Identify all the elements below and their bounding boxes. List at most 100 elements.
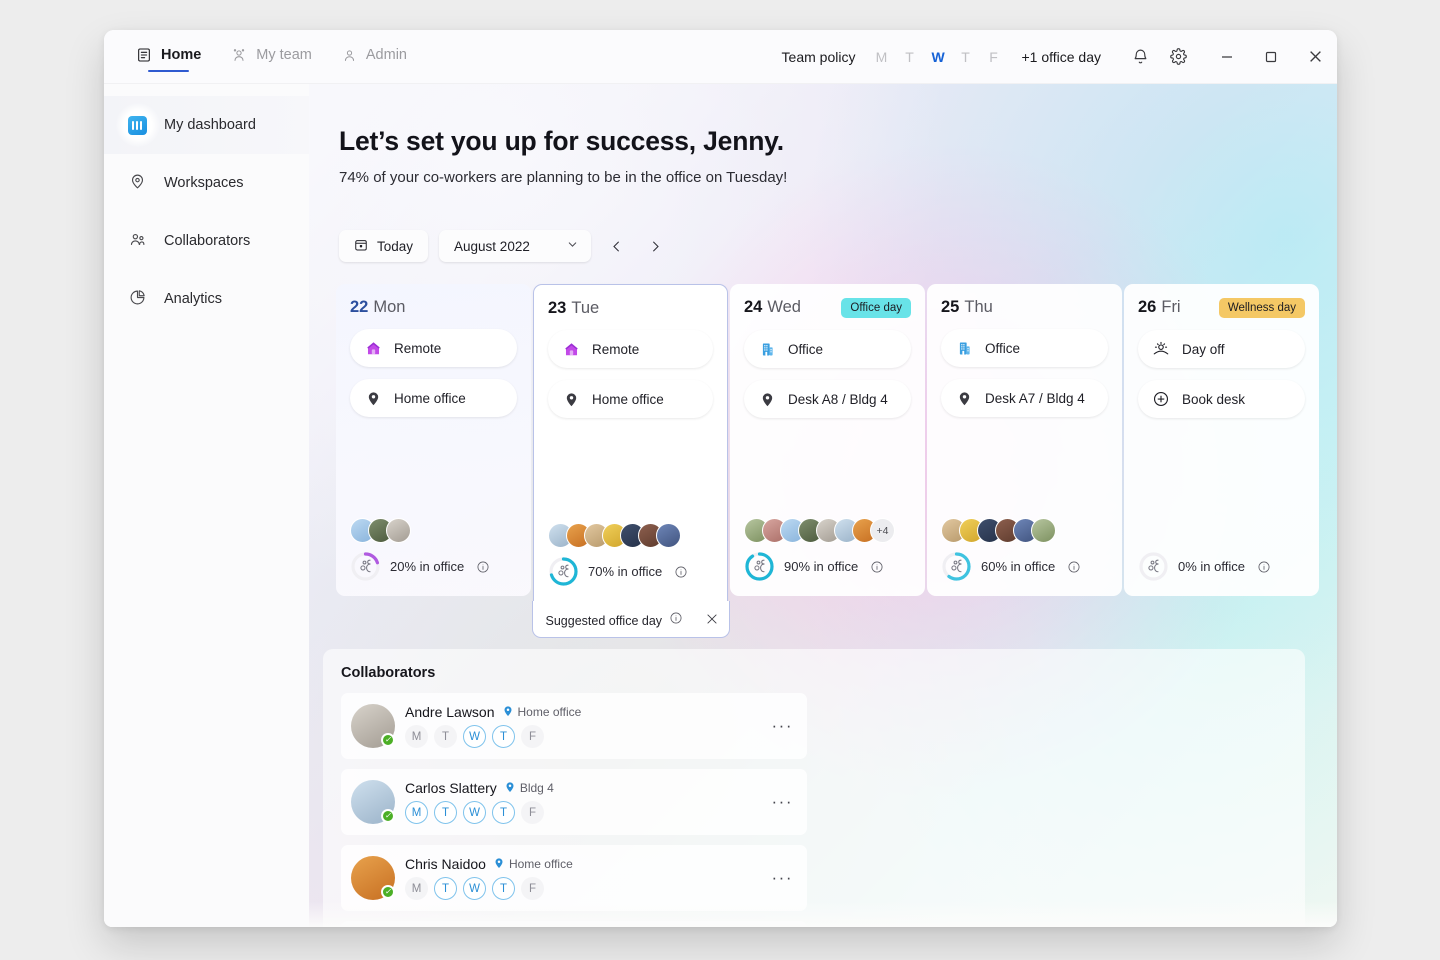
collaborator-day-4[interactable]: F: [521, 801, 544, 824]
day-slot-day-off[interactable]: Day off: [1138, 330, 1305, 368]
tab-label: Admin: [366, 47, 407, 63]
settings-gear-icon[interactable]: [1161, 40, 1195, 74]
collaborator-location: Bldg 4: [504, 781, 554, 796]
info-icon[interactable]: [1067, 560, 1081, 574]
home-remote-icon: [562, 341, 580, 358]
day-slot-home-office[interactable]: Home office: [548, 380, 713, 418]
day-card-header: 26Fri Wellness day: [1138, 298, 1305, 318]
office-percentage-label: 20% in office: [390, 559, 464, 574]
notifications-bell-icon[interactable]: [1123, 40, 1157, 74]
presence-badge-available: ✓: [381, 733, 395, 747]
info-icon[interactable]: [1257, 560, 1271, 574]
collaborator-info: Andre Lawson Home office MTWTF: [405, 704, 772, 748]
day-card-mon[interactable]: 22Mon Remote Home office 20% in office: [336, 284, 531, 596]
people-icon: [941, 551, 972, 582]
info-icon[interactable]: [669, 611, 683, 625]
collaborators-panel: Collaborators ✓ Andre Lawson Home office…: [323, 649, 1305, 927]
tab-label: Home: [161, 47, 201, 63]
collaborator-day-2[interactable]: W: [463, 877, 486, 900]
day-card-header: 24Wed Office day: [744, 298, 911, 318]
previous-week-button[interactable]: [602, 232, 630, 260]
day-slot-desk-a7-bldg-4[interactable]: Desk A7 / Bldg 4: [941, 379, 1108, 417]
sidebar-item-collaborators[interactable]: Collaborators: [104, 212, 309, 270]
day-name: Mon: [373, 298, 405, 316]
collaborator-days: MTWTF: [405, 801, 772, 824]
tab-my team[interactable]: My team: [229, 41, 314, 72]
day-slot-desk-a8-bldg-4[interactable]: Desk A8 / Bldg 4: [744, 380, 911, 418]
collaborator-day-0[interactable]: M: [405, 877, 428, 900]
collaborator-row-andre-lawson[interactable]: ✓ Andre Lawson Home office MTWTF ···: [341, 693, 807, 759]
sidebar-item-my-dashboard[interactable]: My dashboard: [104, 96, 309, 154]
avatar[interactable]: [1031, 518, 1056, 543]
day-slot-label: Office: [788, 342, 823, 357]
collaborator-row-chris-naidoo[interactable]: ✓ Chris Naidoo Home office MTWTF ···: [341, 845, 807, 911]
collaborator-day-1[interactable]: T: [434, 877, 457, 900]
info-icon[interactable]: [476, 560, 490, 574]
collaborator-day-4[interactable]: F: [521, 877, 544, 900]
day-slot-remote[interactable]: Remote: [548, 330, 713, 368]
day-slot-office[interactable]: Office: [744, 330, 911, 368]
collaborator-day-4[interactable]: F: [521, 725, 544, 748]
today-button[interactable]: Today: [339, 230, 428, 262]
day-office-stat: 90% in office: [744, 551, 911, 596]
avatar[interactable]: ✓: [351, 704, 395, 748]
day-date: 26Fri: [1138, 298, 1181, 317]
home-list-icon: [136, 47, 152, 63]
maximize-button[interactable]: [1249, 30, 1293, 83]
month-label: August 2022: [454, 239, 530, 254]
more-options-icon[interactable]: ···: [772, 792, 793, 812]
collaborator-day-0[interactable]: M: [405, 801, 428, 824]
more-options-icon[interactable]: ···: [772, 716, 793, 736]
close-icon[interactable]: [705, 612, 719, 626]
minimize-button[interactable]: [1205, 30, 1249, 83]
main-scroll-area[interactable]: Let’s set you up for success, Jenny. 74%…: [309, 84, 1337, 927]
day-slot-book-desk[interactable]: Book desk: [1138, 380, 1305, 418]
avatar[interactable]: [386, 518, 411, 543]
collaborator-day-1[interactable]: T: [434, 725, 457, 748]
day-slot-label: Desk A7 / Bldg 4: [985, 391, 1085, 406]
tab-admin[interactable]: Admin: [340, 41, 409, 72]
day-slot-remote[interactable]: Remote: [350, 329, 517, 367]
person-icon: [342, 48, 357, 63]
more-options-icon[interactable]: ···: [772, 868, 793, 888]
office-percentage-ring: [350, 551, 381, 582]
title-bar-right: Team policy M T W T F +1 office day: [782, 30, 1337, 83]
collaborator-day-3[interactable]: T: [492, 801, 515, 824]
tab-home[interactable]: Home: [134, 41, 203, 72]
collaborator-day-2[interactable]: W: [463, 725, 486, 748]
people-icon: [744, 551, 775, 582]
day-slot-home-office[interactable]: Home office: [350, 379, 517, 417]
month-selector[interactable]: August 2022: [439, 230, 591, 262]
info-icon[interactable]: [674, 565, 688, 579]
sidebar-item-analytics[interactable]: Analytics: [104, 270, 309, 328]
collaborator-row-charlotte-waltson[interactable]: ● Charlotte Waltson Home office MTWTF ··…: [341, 921, 807, 927]
avatar[interactable]: [656, 523, 681, 548]
day-slot-office[interactable]: Office: [941, 329, 1108, 367]
collaborator-day-1[interactable]: T: [434, 801, 457, 824]
day-card-wed[interactable]: 24Wed Office day Office Desk A8 / Bldg 4…: [730, 284, 925, 596]
day-slot-label: Office: [985, 341, 1020, 356]
info-icon[interactable]: [870, 560, 884, 574]
collaborator-day-0[interactable]: M: [405, 725, 428, 748]
app-body: My dashboard Workspaces Collaborators An…: [104, 84, 1337, 927]
day-card-tue[interactable]: 23Tue Remote Home office 70% in office: [533, 284, 728, 601]
collaborator-day-3[interactable]: T: [492, 877, 515, 900]
collaborator-day-3[interactable]: T: [492, 725, 515, 748]
avatar[interactable]: ✓: [351, 780, 395, 824]
office-building-icon: [758, 341, 776, 358]
close-button[interactable]: [1293, 30, 1337, 83]
team-policy-label: Team policy: [782, 49, 856, 65]
location-pin-icon: [955, 390, 973, 407]
sidebar-item-workspaces[interactable]: Workspaces: [104, 154, 309, 212]
day-card-thu[interactable]: 25Thu Office Desk A7 / Bldg 4 60% in off…: [927, 284, 1122, 596]
title-bar: Home My team Admin Team policy M T W T F…: [104, 30, 1337, 84]
day-number: 25: [941, 298, 959, 316]
collaborator-day-2[interactable]: W: [463, 801, 486, 824]
avatar-overflow-count[interactable]: +4: [870, 518, 895, 543]
next-week-button[interactable]: [641, 232, 669, 260]
title-bar-icons: [1113, 40, 1205, 74]
policy-day-1: T: [903, 49, 915, 65]
avatar[interactable]: ✓: [351, 856, 395, 900]
collaborator-row-carlos-slattery[interactable]: ✓ Carlos Slattery Bldg 4 MTWTF ···: [341, 769, 807, 835]
day-card-fri[interactable]: 26Fri Wellness day Day off Book desk 0% …: [1124, 284, 1319, 596]
